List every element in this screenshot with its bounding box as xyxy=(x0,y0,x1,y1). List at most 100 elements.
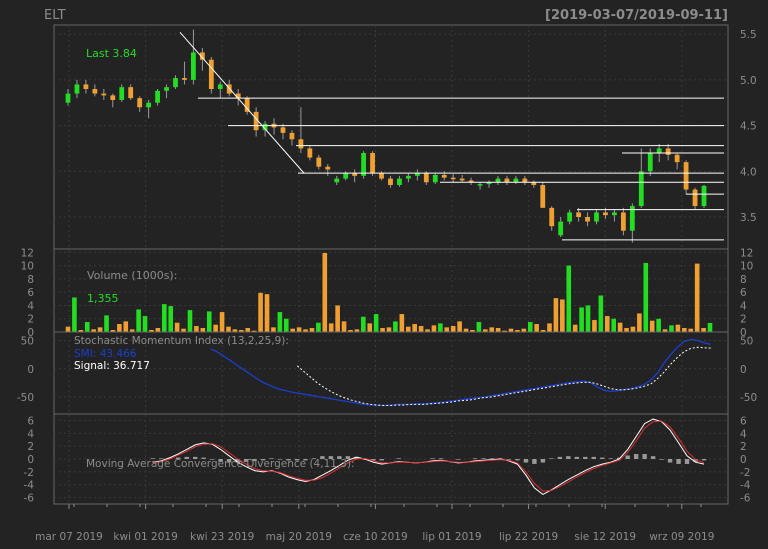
candle-up xyxy=(477,184,483,186)
macd-y-tick-right: 0 xyxy=(740,454,747,466)
macd-y-tick-right: -4 xyxy=(740,480,751,492)
candle-up xyxy=(432,174,438,183)
macd-histogram-bar xyxy=(633,454,639,459)
macd-y-tick-right: 6 xyxy=(740,415,747,427)
candle-down xyxy=(665,148,671,155)
volume-bar-down xyxy=(630,326,636,332)
stock-chart: ELT [2019-03-07/2019-09-11] 3.5 4.0 4.5 5.0… xyxy=(17,8,757,543)
candle-down xyxy=(370,153,375,174)
signal-legend-label: Signal: 36.717 xyxy=(74,360,150,372)
volume-bar-up xyxy=(585,305,591,332)
candle-down xyxy=(83,84,89,89)
volume-bar-up xyxy=(142,316,148,332)
macd-histogram-bar xyxy=(430,458,435,459)
x-tick-label: sie 12 2019 xyxy=(574,531,636,543)
volume-bar-down xyxy=(649,320,655,332)
volume-bar-up xyxy=(373,314,379,332)
smi-y-tick-left: -50 xyxy=(17,392,34,404)
macd-histogram-bar xyxy=(625,455,630,459)
macd-histogram-bar xyxy=(379,459,384,461)
volume-bar-down xyxy=(553,298,559,332)
volume-panel: 002244668810101212 xyxy=(21,247,754,339)
macd-histogram-bar xyxy=(549,458,554,459)
x-tick-label: kwi 23 2019 xyxy=(190,531,254,543)
volume-bar-down xyxy=(457,321,462,332)
macd-histogram-bar xyxy=(455,459,461,460)
macd-histogram-bar xyxy=(523,459,529,463)
volume-bar-down xyxy=(617,322,623,332)
volume-bar-up xyxy=(579,307,584,332)
volume-bar-down xyxy=(682,328,687,332)
macd-title: Moving Average Convergence Divergence (4… xyxy=(86,458,355,470)
volume-bar-down xyxy=(328,323,334,332)
macd-y-tick-left: 2 xyxy=(27,441,34,453)
volume-bar-up xyxy=(669,325,674,332)
volume-bar-down xyxy=(341,321,347,332)
price-panel: 3.5 4.0 4.5 5.0 5.5 xyxy=(53,24,757,504)
candle-down xyxy=(137,98,143,108)
volume-y-tick-right: 10 xyxy=(740,261,753,273)
macd-histogram-bar xyxy=(472,458,478,459)
macd-histogram-bar xyxy=(684,459,690,464)
volume-bar-down xyxy=(399,314,405,332)
candle-down xyxy=(423,173,429,183)
macd-histogram-bar xyxy=(566,456,571,459)
candle-down xyxy=(450,177,456,180)
volume-bar-up xyxy=(187,310,193,332)
smi-y-tick-right: 0 xyxy=(740,364,747,376)
candle-up xyxy=(119,87,125,100)
volume-bar-up xyxy=(136,309,141,332)
candle-down xyxy=(316,157,322,167)
volume-y-tick-right: 12 xyxy=(740,247,753,259)
volume-y-tick-left: 4 xyxy=(27,300,34,312)
candle-down xyxy=(683,162,689,190)
candle-up xyxy=(647,153,653,172)
price-y-tick: 5.5 xyxy=(740,29,757,41)
volume-bar-down xyxy=(194,326,199,332)
smi-y-tick-left: 0 xyxy=(27,364,34,376)
volume-y-tick-left: 10 xyxy=(21,261,34,273)
volume-bar-down xyxy=(624,328,629,332)
volume-bar-down xyxy=(123,321,129,332)
price-y-tick: 3.5 xyxy=(740,212,757,224)
candle-down xyxy=(522,178,528,183)
volume-bar-down xyxy=(489,327,495,332)
volume-bar-down xyxy=(335,305,340,332)
volume-bar-down xyxy=(675,324,681,332)
volume-bar-down xyxy=(534,324,539,332)
candle-up xyxy=(397,178,402,185)
candle-up xyxy=(146,102,152,108)
candle-down xyxy=(182,78,187,80)
macd-line xyxy=(152,418,705,495)
volume-bar-down xyxy=(547,323,552,332)
macd-y-tick-right: 2 xyxy=(740,441,747,453)
candle-up xyxy=(155,90,160,103)
candle-up xyxy=(74,84,80,94)
candle-up xyxy=(217,84,223,89)
volume-bar-down xyxy=(97,327,103,332)
volume-bar-down xyxy=(226,326,231,332)
volume-bar-up xyxy=(611,318,616,332)
x-tick-label: cze 10 2019 xyxy=(343,531,408,543)
candle-down xyxy=(208,59,214,89)
macd-histogram-bar xyxy=(650,456,656,459)
volume-bar-up xyxy=(566,265,572,332)
volume-bar-up xyxy=(104,315,109,332)
macd-histogram-bar xyxy=(532,459,537,464)
volume-bar-down xyxy=(174,322,180,332)
candle-down xyxy=(674,154,680,163)
volume-bar-up xyxy=(277,312,283,332)
volume-y-tick-right: 6 xyxy=(740,287,747,299)
volume-bar-down xyxy=(271,327,276,332)
volume-bar-down xyxy=(412,324,417,332)
volume-bar-down xyxy=(444,327,450,332)
candle-down xyxy=(101,93,107,96)
volume-bar-down xyxy=(367,323,373,332)
macd-histogram-bar xyxy=(667,459,673,463)
volume-bar-down xyxy=(694,263,700,332)
smi-title: Stochastic Momentum Index (13,2,25,9): xyxy=(74,335,289,347)
price-y-tick: 5.0 xyxy=(740,75,757,87)
x-tick-label: mar 07 2019 xyxy=(35,531,103,543)
candle-down xyxy=(289,132,295,140)
macd-histogram-bar xyxy=(659,459,664,460)
